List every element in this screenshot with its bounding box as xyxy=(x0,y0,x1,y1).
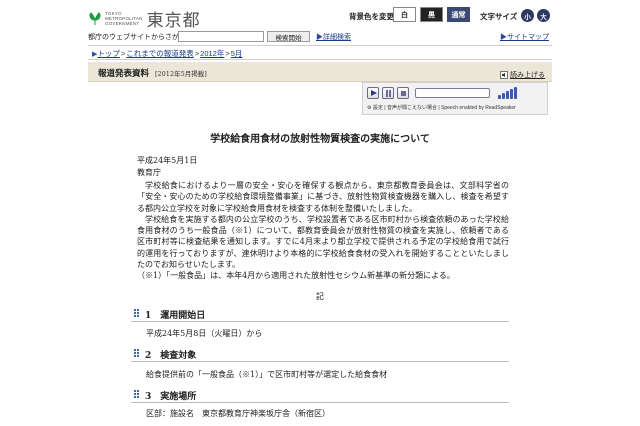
section-text: 区部：施設名 東京都教育庁神楽坂庁舎（新宿区） xyxy=(146,409,330,418)
ki-marker: 記 xyxy=(316,292,324,301)
search-bar: 都庁のウェブサイトからさがす 検索開始 ▶詳細検索 xyxy=(88,31,552,44)
section-title: 1 運用開始日 xyxy=(145,311,206,321)
divider xyxy=(88,59,552,60)
sitemap-link[interactable]: ▶サイトマップ xyxy=(500,32,549,42)
volume-bar[interactable] xyxy=(514,87,517,99)
site-logo[interactable]: TOKYO METROPOLITAN GOVERNMENT 東京都 xyxy=(88,6,201,31)
body-paragraph: 学校給食を実施する都内の公立学校のうち、学校設置者である区市町村から検査依頼のあ… xyxy=(137,214,509,270)
color-normal-button[interactable]: 通常 xyxy=(447,7,470,22)
color-white-button[interactable]: 白 xyxy=(393,7,416,22)
font-large-button[interactable]: 大 xyxy=(537,9,550,22)
section-bullet-icon xyxy=(134,390,139,398)
breadcrumb-press-releases[interactable]: これまでの報道発表 xyxy=(126,48,194,59)
logo-title: 東京都 xyxy=(146,11,201,30)
breadcrumb-month[interactable]: 5月 xyxy=(231,48,243,59)
section-heading: 2 検査対象 xyxy=(131,345,509,362)
arrow-right-icon: ▶ xyxy=(500,34,507,41)
stop-icon[interactable] xyxy=(397,87,409,99)
divider xyxy=(88,45,552,46)
gear-icon: ⚙ xyxy=(367,105,372,111)
article-title: 学校給食用食材の放射性物質検査の実施について xyxy=(210,134,430,145)
arrow-right-icon: ▶ xyxy=(316,34,323,41)
title-bar-date: [2012年5月掲載] xyxy=(155,70,207,78)
volume-bar[interactable] xyxy=(502,93,505,99)
readspeaker-player: ⚙ 設定 | 音声が聞こえない場合 | Speech enabled by Re… xyxy=(362,82,548,115)
color-black-button[interactable]: 黒 xyxy=(420,7,443,22)
issuing-bureau: 教育庁 xyxy=(137,168,161,177)
breadcrumb-year[interactable]: 2012年 xyxy=(200,48,224,59)
breadcrumb-separator: > xyxy=(225,49,230,58)
release-date: 平成24年5月1日 xyxy=(137,156,198,165)
color-change-label: 背景色を変更 xyxy=(349,12,394,21)
ginkgo-logo-icon xyxy=(89,11,101,25)
advanced-search-link[interactable]: ▶詳細検索 xyxy=(316,32,351,42)
section-text: 給食提供前の「一般食品（※1）」で区市町村等が選定した給食食材 xyxy=(146,370,388,379)
site-header: TOKYO METROPOLITAN GOVERNMENT 東京都 背景色を変更… xyxy=(0,0,640,30)
title-bar-heading: 報道発表資料 xyxy=(98,69,150,79)
play-icon[interactable] xyxy=(367,87,379,99)
volume-bar[interactable] xyxy=(506,91,509,99)
font-size-label: 文字サイズ xyxy=(480,12,518,21)
read-aloud-link[interactable]: 読み上げる xyxy=(500,70,545,80)
section-heading: 1 運用開始日 xyxy=(131,305,509,322)
title-bar: 報道発表資料 [2012年5月掲載] xyxy=(88,62,552,82)
body-paragraph: 学校給食におけるより一層の安全・安心を確保する観点から、東京都教育委員会は、文部… xyxy=(137,181,509,213)
breadcrumb-separator: > xyxy=(194,49,200,58)
article-body: 学校給食におけるより一層の安全・安心を確保する観点から、東京都教育委員会は、文部… xyxy=(137,180,509,282)
section-title: 2 検査対象 xyxy=(145,351,197,361)
breadcrumb-separator: > xyxy=(120,49,126,58)
section-heading: 3 実施場所 xyxy=(131,386,509,403)
search-label: 都庁のウェブサイトからさがす xyxy=(88,34,186,41)
section-title: 3 実施場所 xyxy=(145,392,197,402)
readspeaker-footer: ⚙ 設定 | 音声が聞こえない場合 | Speech enabled by Re… xyxy=(367,105,516,111)
breadcrumb: ▶ トップ > これまでの報道発表 > 2012年 > 5月 xyxy=(92,48,242,59)
pause-icon[interactable] xyxy=(382,87,394,99)
volume-control[interactable] xyxy=(498,86,518,99)
section-text: 平成24年5月8日（火曜日）から xyxy=(146,329,263,338)
logo-small-text: TOKYO METROPOLITAN GOVERNMENT xyxy=(105,11,143,26)
section-bullet-icon xyxy=(134,309,139,317)
volume-bar[interactable] xyxy=(498,95,501,99)
dateline: 平成24年5月1日 教育庁 xyxy=(137,155,197,179)
font-small-button[interactable]: 小 xyxy=(521,9,534,22)
search-input[interactable] xyxy=(178,31,264,42)
playback-progress-bar[interactable] xyxy=(415,88,490,98)
breadcrumb-top[interactable]: トップ xyxy=(97,48,120,59)
search-button[interactable]: 検索開始 xyxy=(267,31,310,42)
volume-bar[interactable] xyxy=(510,89,513,99)
section-bullet-icon xyxy=(134,349,139,357)
footnote: （※1）「一般食品」は、本年4月から適用された放射性セシウム新基準の新分類による… xyxy=(137,271,455,281)
speaker-icon xyxy=(500,71,508,79)
